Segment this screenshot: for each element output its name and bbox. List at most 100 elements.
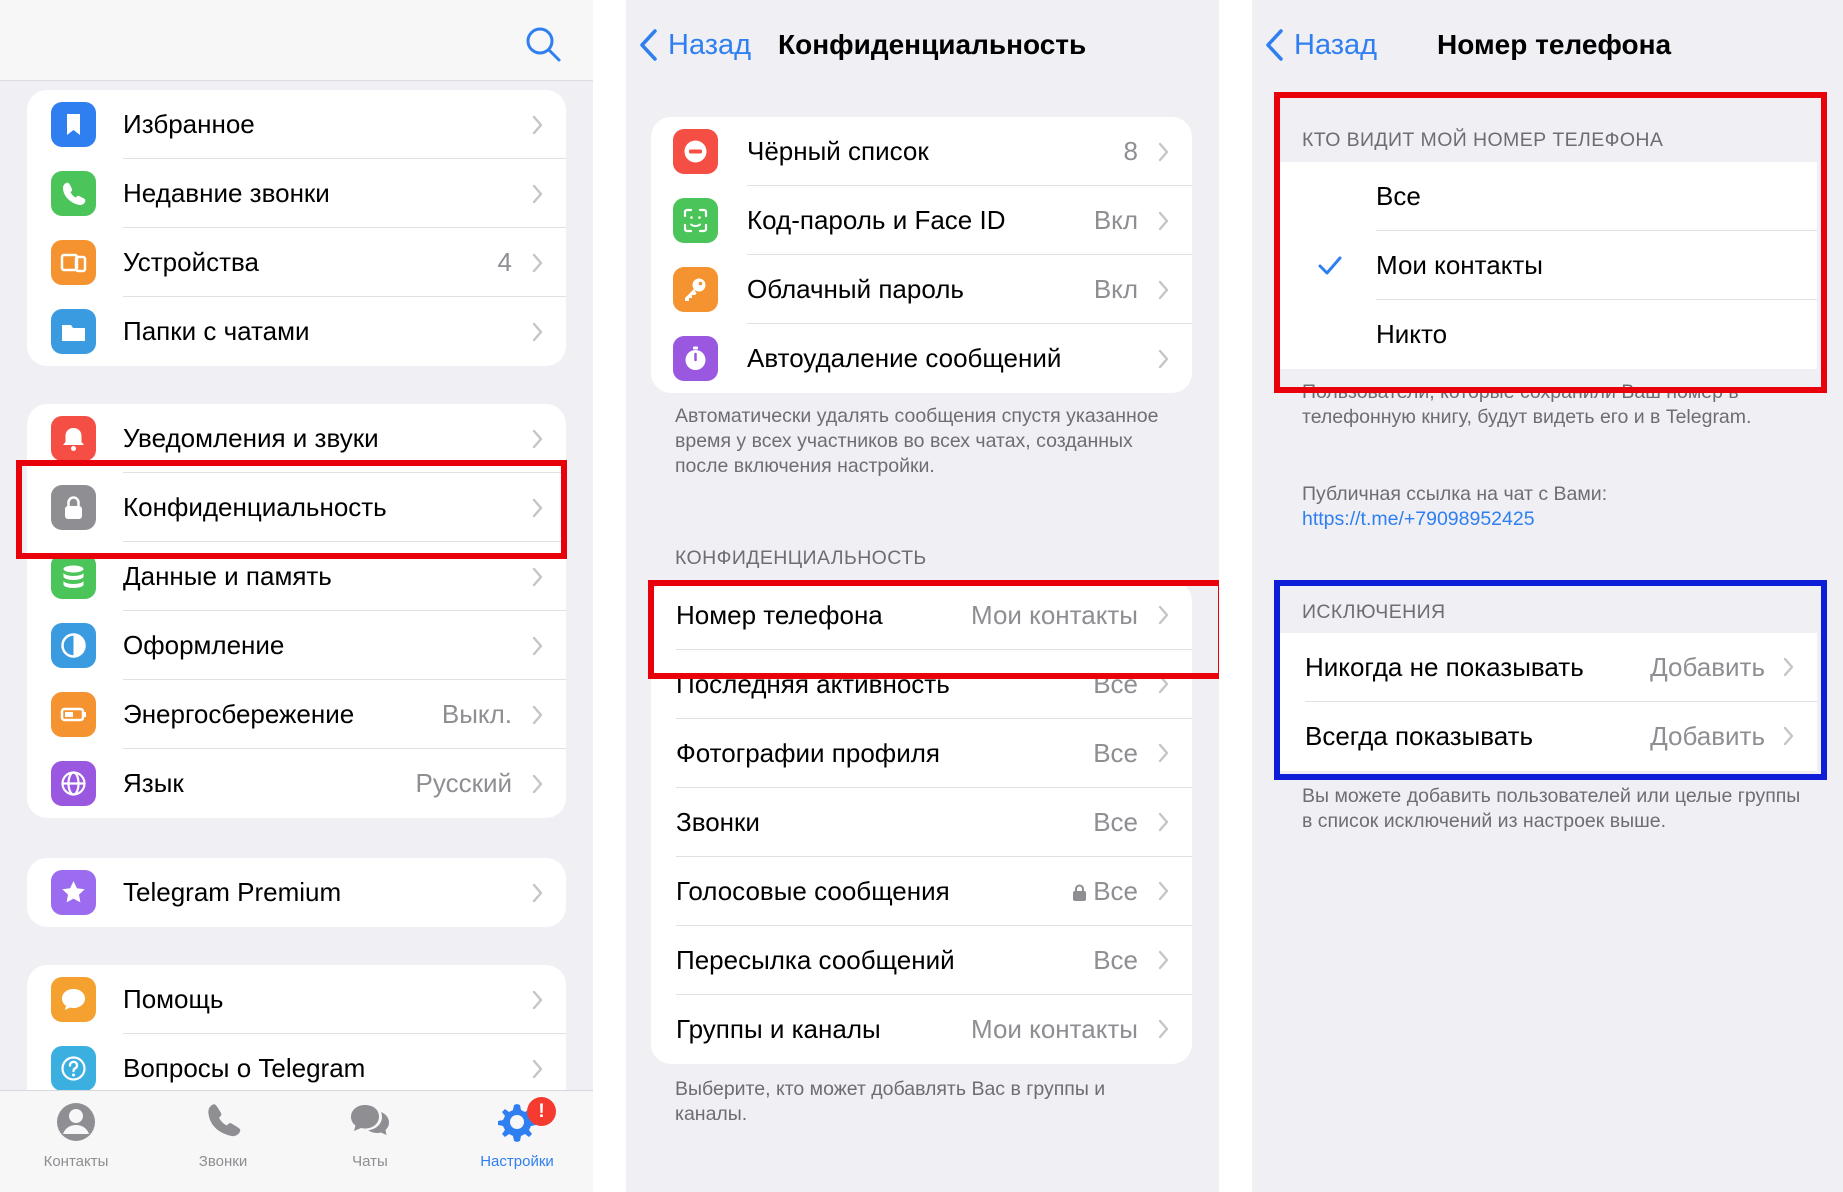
visibility-options: Все Мои контакты Никто — [1277, 162, 1817, 369]
row-value: Все — [1093, 669, 1138, 699]
chevron-right-icon — [1158, 142, 1169, 161]
row-value: Вкл — [1093, 205, 1138, 235]
settings-row[interactable]: Избранное — [27, 90, 566, 159]
settings-row[interactable]: Язык Русский — [27, 749, 566, 818]
row-value: 4 — [497, 247, 512, 277]
row-value: 8 — [1123, 136, 1138, 166]
row-value: Все — [1093, 945, 1138, 975]
back-button[interactable]: Назад — [1264, 22, 1377, 68]
phone-number-panel: Назад Номер телефона КТО ВИДИТ МОЙ НОМЕР… — [1252, 0, 1843, 1192]
page-title: Номер телефона — [1437, 29, 1672, 60]
public-link-block: Публичная ссылка на чат с Вами: https://… — [1302, 482, 1802, 532]
row-label: Чёрный список — [747, 136, 929, 166]
settings-group-help: Помощь Вопросы о Telegram — [27, 965, 566, 1091]
privacy-row[interactable]: Фотографии профиля Все — [651, 719, 1192, 788]
settings-row[interactable]: Уведомления и звуки — [27, 404, 566, 473]
chevron-right-icon — [532, 253, 543, 272]
row-label: Telegram Premium — [123, 877, 342, 907]
settings-row[interactable]: Вопросы о Telegram — [27, 1034, 566, 1091]
row-label: Группы и каналы — [676, 1014, 881, 1044]
privacy-group: Номер телефона Мои контакты Последняя акти… — [651, 581, 1192, 1064]
row-value: Все — [1093, 738, 1138, 768]
chevron-right-icon — [532, 990, 543, 1009]
settings-row[interactable]: Облачный пароль Вкл — [651, 255, 1192, 324]
settings-row[interactable]: Код-пароль и Face ID Вкл — [651, 186, 1192, 255]
visibility-option[interactable]: Никто — [1277, 300, 1817, 369]
privacy-row[interactable]: Последняя активность Все — [651, 650, 1192, 719]
exceptions-footnote: Вы можете добавить пользователей или цел… — [1302, 785, 1801, 832]
settings-row[interactable]: Папки с чатами — [27, 297, 566, 366]
security-group: Чёрный список 8 Код-пароль и Face ID Вкл Обл… — [651, 117, 1192, 393]
privacy-row[interactable]: Группы и каналы Мои контакты — [651, 995, 1192, 1064]
settings-row[interactable]: Оформление — [27, 611, 566, 680]
visibility-option[interactable]: Все — [1277, 162, 1817, 231]
settings-row[interactable]: Устройства 4 — [27, 228, 566, 297]
row-label: Конфиденциальность — [123, 492, 387, 522]
settings-group-premium: Telegram Premium — [27, 858, 566, 927]
exception-row[interactable]: Никогда не показывать Добавить — [1277, 633, 1817, 702]
settings-row[interactable]: Telegram Premium — [27, 858, 566, 927]
row-label: Голосовые сообщения — [676, 876, 950, 906]
who-sees-section-header: КТО ВИДИТ МОЙ НОМЕР ТЕЛЕФОНА — [1302, 129, 1664, 151]
tab-label: Контакты — [43, 1153, 109, 1170]
row-label: Автоудаление сообщений — [747, 343, 1062, 373]
row-label: Энергосбережение — [123, 699, 355, 729]
settings-row[interactable]: Автоудаление сообщений — [651, 324, 1192, 393]
exceptions-group: Никогда не показывать Добавить Всегда пока… — [1277, 633, 1817, 771]
privacy-row[interactable]: Звонки Все — [651, 788, 1192, 857]
person-icon — [57, 1103, 95, 1141]
chevron-right-icon — [532, 184, 543, 203]
row-label: Звонки — [676, 807, 760, 837]
checkmark-icon — [1318, 256, 1342, 275]
privacy-row[interactable]: Номер телефона Мои контакты — [651, 581, 1192, 650]
phone-footnote: Пользователи, которые сохранили Ваш номе… — [1302, 381, 1752, 428]
autodelete-footnote: Автоматически удалять сообщения спустя у… — [675, 405, 1159, 477]
option-label: Мои контакты — [1376, 250, 1543, 280]
row-label: Уведомления и звуки — [123, 423, 379, 453]
row-label: Всегда показывать — [1305, 721, 1534, 751]
tab-gear[interactable]: Настройки! — [442, 1097, 592, 1170]
back-label: Назад — [668, 28, 752, 61]
privacy-row[interactable]: Голосовые сообщения Все — [651, 857, 1192, 926]
row-label: Недавние звонки — [123, 178, 330, 208]
row-label: Вопросы о Telegram — [123, 1053, 366, 1083]
add-label: Добавить — [1650, 721, 1765, 751]
battery-icon — [51, 692, 96, 737]
row-label: Номер телефона — [676, 600, 883, 630]
option-label: Никто — [1376, 319, 1448, 349]
privacy-row[interactable]: Пересылка сообщений Все — [651, 926, 1192, 995]
back-label: Назад — [1294, 28, 1378, 61]
tab-phone[interactable]: Звонки — [148, 1097, 298, 1170]
settings-row[interactable]: Конфиденциальность — [27, 473, 566, 542]
tab-person[interactable]: Контакты — [1, 1097, 151, 1170]
settings-row[interactable]: Энергосбережение Выкл. — [27, 680, 566, 749]
chevron-right-icon — [1158, 743, 1169, 763]
chevron-right-icon — [532, 774, 543, 793]
chevron-right-icon — [532, 636, 543, 655]
search-icon[interactable] — [523, 24, 563, 64]
back-button[interactable]: Назад — [638, 22, 751, 68]
chevron-right-icon — [1158, 211, 1169, 230]
row-value: Все — [1072, 876, 1138, 907]
settings-row[interactable]: Чёрный список 8 — [651, 117, 1192, 186]
chevron-left-icon — [640, 29, 657, 61]
row-label: Никогда не показывать — [1305, 652, 1584, 682]
public-link[interactable]: https://t.me/+79098952425 — [1302, 507, 1802, 532]
settings-row[interactable]: Данные и память — [27, 542, 566, 611]
tab-chats[interactable]: Чаты — [295, 1097, 445, 1170]
exception-row[interactable]: Всегда показывать Добавить — [1277, 702, 1817, 771]
settings-panel: Избранное Недавние звонки Устройства 4 Папки… — [0, 0, 593, 1192]
database-icon — [51, 554, 96, 599]
row-value: Русский — [415, 768, 512, 798]
tab-bar: Контакты Звонки Чаты Настройки! — [0, 1090, 593, 1192]
row-label: Устройства — [123, 247, 260, 277]
page-title: Конфиденциальность — [778, 29, 1087, 60]
settings-row[interactable]: Недавние звонки — [27, 159, 566, 228]
chevron-right-icon — [532, 567, 543, 586]
row-label: Фотографии профиля — [676, 738, 940, 768]
visibility-option[interactable]: Мои контакты — [1277, 231, 1817, 300]
chevron-right-icon — [1158, 1019, 1169, 1039]
settings-row[interactable]: Помощь — [27, 965, 566, 1034]
chevron-right-icon — [532, 429, 543, 448]
settings-group-main: Избранное Недавние звонки Устройства 4 Папки… — [27, 90, 566, 366]
